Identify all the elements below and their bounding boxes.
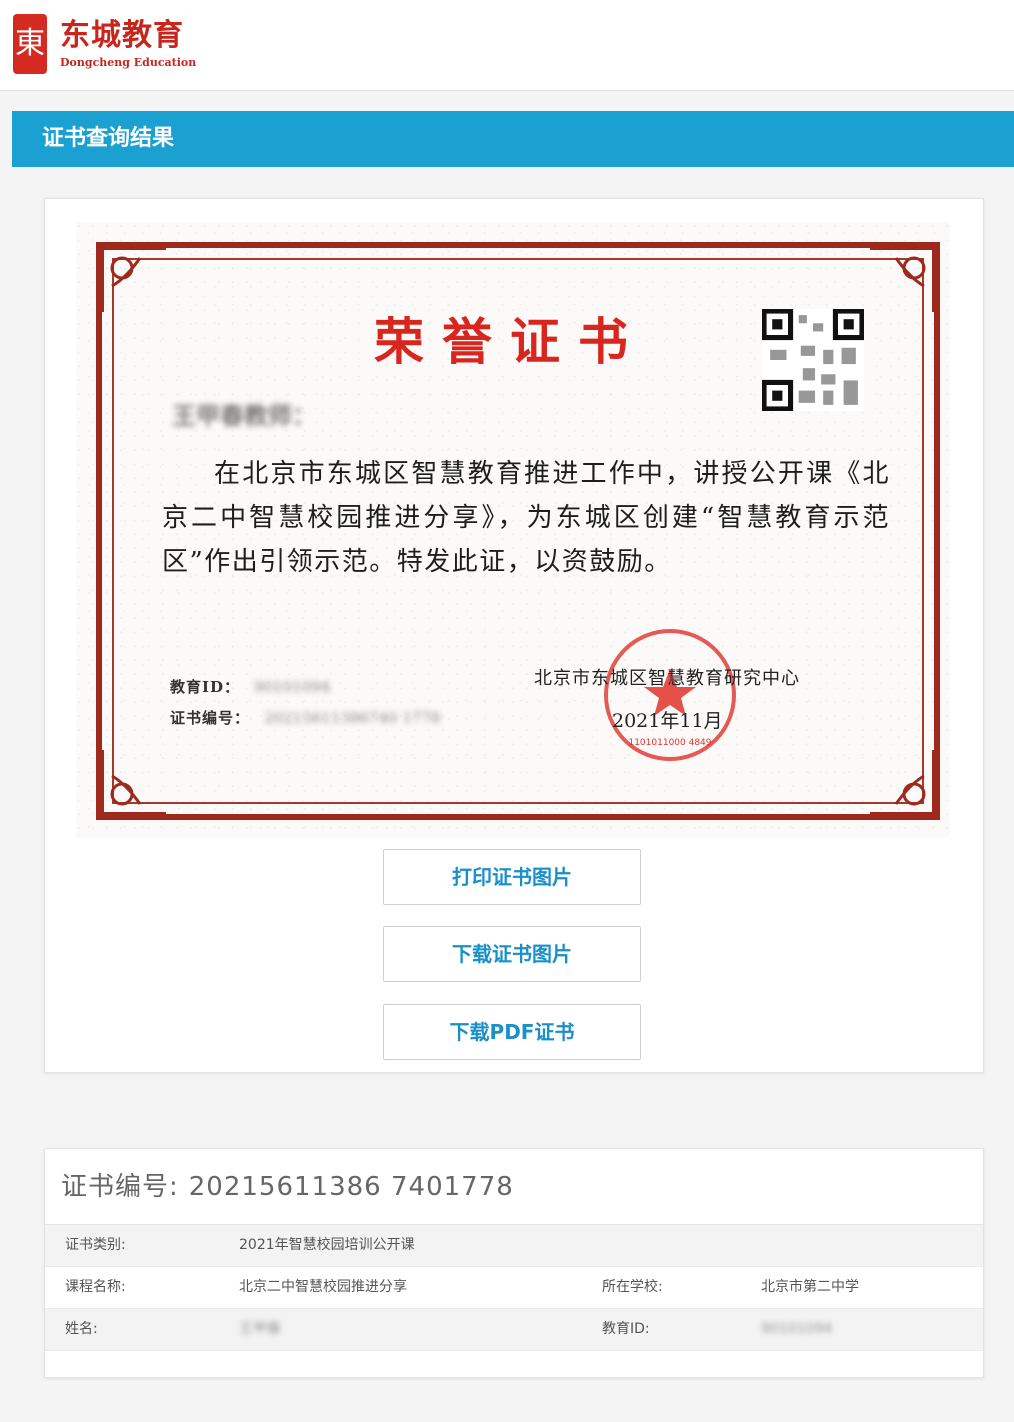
ornament-corner-icon [96,750,166,820]
info-title: 证书编号: 20215611386 7401778 [61,1171,514,1203]
official-seal-icon: 1101011000 4849 [604,629,736,761]
certificate-edu-id: 教育ID： 90101094 [170,676,330,697]
download-pdf-button[interactable]: 下载PDF证书 [383,1004,641,1060]
info-table: 证书类别: 2021年智慧校园培训公开课 课程名称: 北京二中智慧校园推进分享 … [45,1224,983,1351]
category-label: 证书类别: [65,1237,126,1253]
course-value: 北京二中智慧校园推进分享 [239,1279,407,1295]
name-value: 王甲春 [239,1321,281,1337]
print-certificate-button[interactable]: 打印证书图片 [383,849,641,905]
download-image-button[interactable]: 下载证书图片 [383,926,641,982]
ornament-corner-icon [870,750,940,820]
seal-code: 1101011000 4849 [628,738,711,748]
page-title: 证书查询结果 [42,126,175,151]
edu-id-value: 90101094 [254,678,331,696]
table-row: 姓名: 王甲春 教育ID: 90101094 [45,1309,983,1351]
cert-no-value: 20215611386740 1778 [264,709,441,727]
certificate-info-card: 证书编号: 20215611386 7401778 证书类别: 2021年智慧校园… [44,1148,984,1378]
edu-id-label: 教育ID: [602,1321,650,1337]
ornament-corner-icon [96,242,166,312]
brand-logo-icon[interactable]: 東 [13,14,47,74]
certificate-date: 2021年11月 [612,710,723,732]
edu-id-value: 90101094 [761,1321,833,1337]
brand-name-en: Dongcheng Education [60,56,197,69]
school-label: 所在学校: [602,1279,663,1295]
info-title-number: 20215611386 7401778 [188,1172,514,1202]
ornament-corner-icon [870,242,940,312]
certificate-recipient: 王甲春教师： [172,401,316,430]
brand-name[interactable]: 东城教育 [60,18,184,54]
course-label: 课程名称: [65,1279,126,1295]
name-label: 姓名: [65,1321,98,1337]
certificate-title: 荣誉证书 [374,312,646,371]
qr-code-icon [762,309,864,411]
certificate-body: 在北京市东城区智慧教育推进工作中，讲授公开课《北京二中智慧校园推进分享》，为东城… [162,459,890,577]
table-row: 课程名称: 北京二中智慧校园推进分享 所在学校: 北京市第二中学 [45,1267,983,1309]
category-value: 2021年智慧校园培训公开课 [239,1237,415,1253]
section-title-bar: 证书查询结果 [12,111,1014,167]
cert-no-label: 证书编号： [170,709,251,727]
edu-id-label: 教育ID： [170,678,241,696]
table-row: 证书类别: 2021年智慧校园培训公开课 [45,1225,983,1267]
info-title-label: 证书编号: [61,1172,179,1202]
certificate-number-line: 证书编号： 20215611386740 1778 [170,707,441,728]
school-value: 北京市第二中学 [761,1279,859,1295]
certificate-issuer: 北京市东城区智慧教育研究中心 [534,668,800,689]
site-header: 東 东城教育 Dongcheng Education [0,0,1014,91]
